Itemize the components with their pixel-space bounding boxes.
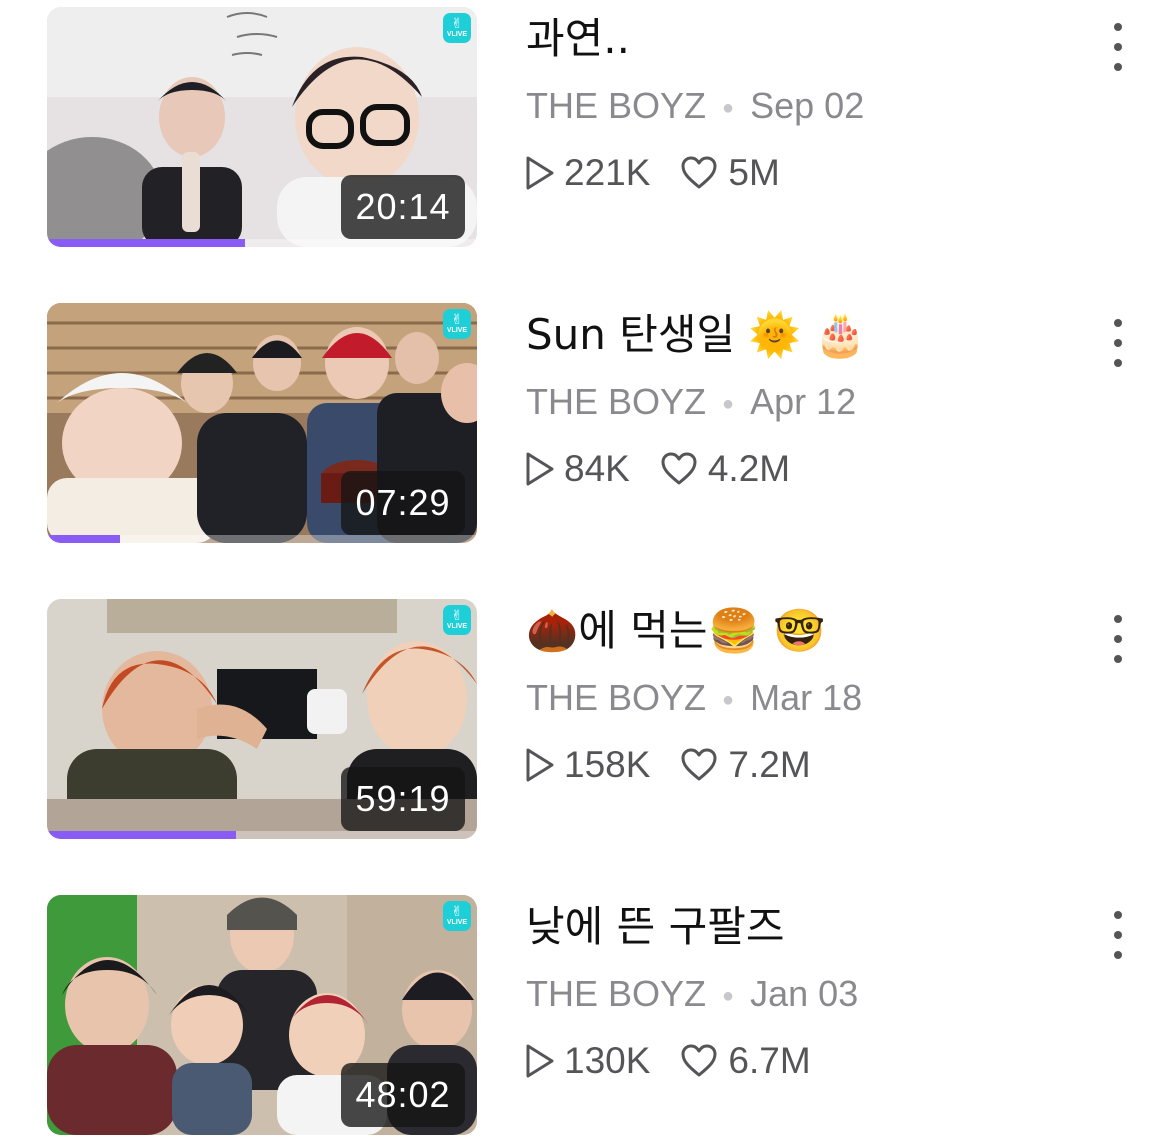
like-count: 7.2M xyxy=(728,744,811,785)
view-count: 221K xyxy=(564,152,651,193)
more-options-button[interactable] xyxy=(1100,905,1136,965)
more-dot xyxy=(1114,931,1122,939)
duration-badge: 48:02 xyxy=(341,1063,465,1127)
more-options-button[interactable] xyxy=(1100,609,1136,669)
more-dot xyxy=(1114,911,1122,919)
separator-dot: ● xyxy=(722,689,735,712)
video-list-item[interactable]: ✌ VLIVE 20:14 과연.. THE BOYZ ● Sep 02 221K … xyxy=(0,7,1170,252)
likes-group: 6.7M xyxy=(680,1040,811,1082)
duration-badge: 20:14 xyxy=(341,175,465,239)
play-icon xyxy=(524,1043,556,1079)
upload-date: Apr 12 xyxy=(750,381,857,422)
watch-progress-fill xyxy=(47,831,237,839)
more-options-button[interactable] xyxy=(1100,17,1136,77)
upload-date: Sep 02 xyxy=(750,85,865,126)
view-count: 130K xyxy=(564,1040,651,1081)
video-list-item[interactable]: ✌ VLIVE 59:19 🌰에 먹는🍔 🤓 THE BOYZ ● Mar 18 1… xyxy=(0,599,1170,844)
upload-date: Mar 18 xyxy=(750,677,863,718)
watch-progress-bar xyxy=(47,239,477,247)
watch-progress-fill xyxy=(47,239,245,247)
vlive-label: VLIVE xyxy=(446,919,468,926)
separator-dot: ● xyxy=(722,985,735,1008)
more-dot xyxy=(1114,951,1122,959)
play-icon xyxy=(524,155,556,191)
play-icon xyxy=(524,451,556,487)
more-dot xyxy=(1114,63,1122,71)
like-count: 6.7M xyxy=(728,1040,811,1081)
more-dot xyxy=(1114,615,1122,623)
video-title[interactable]: 과연.. xyxy=(526,7,630,71)
video-title[interactable]: 낮에 뜬 구팔즈 xyxy=(526,895,785,959)
more-dot xyxy=(1114,635,1122,643)
video-thumbnail[interactable]: ✌ VLIVE 59:19 xyxy=(47,599,477,839)
heart-icon xyxy=(680,156,718,190)
view-count: 84K xyxy=(564,448,630,489)
likes-group: 5M xyxy=(680,152,780,194)
duration-badge: 59:19 xyxy=(341,767,465,831)
like-count: 5M xyxy=(728,152,780,193)
vlive-badge: ✌ VLIVE xyxy=(443,901,471,931)
video-list-item[interactable]: ✌ VLIVE 48:02 낮에 뜬 구팔즈 THE BOYZ ● Jan 03 1… xyxy=(0,895,1170,1140)
likes-group: 4.2M xyxy=(660,448,790,490)
channel-name[interactable]: THE BOYZ xyxy=(526,85,706,126)
watch-progress-bar xyxy=(47,535,477,543)
video-meta: THE BOYZ ● Mar 18 xyxy=(526,677,862,721)
more-options-button[interactable] xyxy=(1100,313,1136,373)
channel-name[interactable]: THE BOYZ xyxy=(526,677,706,718)
video-stats: 221K 5M xyxy=(524,152,780,194)
vlive-icon: ✌ xyxy=(451,16,463,32)
vlive-label: VLIVE xyxy=(446,31,468,38)
more-dot xyxy=(1114,339,1122,347)
vlive-badge: ✌ VLIVE xyxy=(443,13,471,43)
view-count: 158K xyxy=(564,744,651,785)
video-title[interactable]: Sun 탄생일 🌞 🎂 xyxy=(526,303,866,367)
like-count: 4.2M xyxy=(707,448,791,489)
vlive-icon: ✌ xyxy=(451,608,463,624)
watch-progress-fill xyxy=(47,535,121,543)
vlive-icon: ✌ xyxy=(451,312,463,328)
vlive-label: VLIVE xyxy=(446,623,468,630)
video-meta: THE BOYZ ● Jan 03 xyxy=(526,973,858,1017)
watch-progress-bar xyxy=(47,831,477,839)
more-dot xyxy=(1114,23,1122,31)
video-meta: THE BOYZ ● Apr 12 xyxy=(526,381,856,425)
video-stats: 158K 7.2M xyxy=(524,744,811,786)
likes-group: 7.2M xyxy=(680,744,811,786)
vlive-badge: ✌ VLIVE xyxy=(443,309,471,339)
video-thumbnail[interactable]: ✌ VLIVE 20:14 xyxy=(47,7,477,247)
more-dot xyxy=(1114,319,1122,327)
upload-date: Jan 03 xyxy=(750,973,859,1014)
video-stats: 130K 6.7M xyxy=(524,1040,811,1082)
more-dot xyxy=(1114,655,1122,663)
heart-icon xyxy=(680,748,718,782)
more-dot xyxy=(1114,359,1122,367)
vlive-badge: ✌ VLIVE xyxy=(443,605,471,635)
play-icon xyxy=(524,747,556,783)
duration-badge: 07:29 xyxy=(341,471,465,535)
separator-dot: ● xyxy=(722,97,735,120)
channel-name[interactable]: THE BOYZ xyxy=(526,381,706,422)
vlive-icon: ✌ xyxy=(451,904,463,920)
video-thumbnail[interactable]: ✌ VLIVE 07:29 xyxy=(47,303,477,543)
video-meta: THE BOYZ ● Sep 02 xyxy=(526,85,864,129)
channel-name[interactable]: THE BOYZ xyxy=(526,973,706,1014)
video-title[interactable]: 🌰에 먹는🍔 🤓 xyxy=(526,599,826,663)
video-thumbnail[interactable]: ✌ VLIVE 48:02 xyxy=(47,895,477,1135)
vlive-label: VLIVE xyxy=(446,327,468,334)
heart-icon xyxy=(680,1044,718,1078)
video-list-item[interactable]: ✌ VLIVE 07:29 Sun 탄생일 🌞 🎂 THE BOYZ ● Apr 1… xyxy=(0,303,1170,548)
heart-icon xyxy=(660,452,698,486)
separator-dot: ● xyxy=(722,393,735,416)
more-dot xyxy=(1114,43,1122,51)
video-stats: 84K 4.2M xyxy=(524,448,790,490)
